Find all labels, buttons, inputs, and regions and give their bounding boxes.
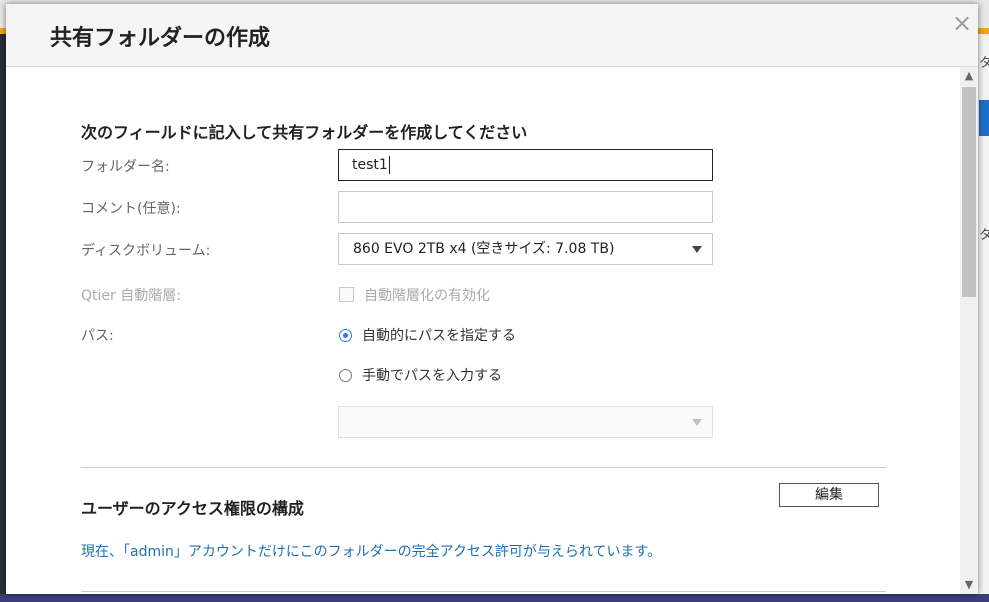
path-manual-option[interactable]: 手動でパスを入力する: [339, 365, 502, 385]
chevron-down-icon: [692, 419, 702, 426]
auto-tiering-label: 自動階層化の有効化: [364, 288, 490, 304]
section-divider: [81, 467, 886, 468]
form-heading: 次のフィールドに記入して共有フォルダーを作成してください: [81, 123, 528, 142]
path-manual-label: 手動でパスを入力する: [362, 368, 502, 384]
dialog-title: 共有フォルダーの作成: [50, 26, 271, 51]
auto-tiering-checkbox[interactable]: [339, 287, 354, 302]
disk-volume-value: 860 EVO 2TB x4 (空きサイズ: 7.08 TB): [353, 241, 615, 257]
path-label: パス:: [81, 328, 114, 344]
section-divider: [81, 591, 886, 592]
manual-path-select: [338, 406, 713, 438]
dialog-content: 次のフィールドに記入して共有フォルダーを作成してください フォルダー名: tes…: [6, 67, 960, 594]
chevron-down-icon: [692, 246, 702, 253]
background-text: タ: [979, 56, 989, 71]
qtier-option: 自動階層化の有効化: [339, 285, 490, 305]
background-text: タ: [979, 228, 989, 243]
disk-volume-label: ディスクボリューム:: [81, 243, 211, 259]
folder-name-value: test1: [352, 157, 388, 173]
qtier-label: Qtier 自動階層:: [81, 288, 181, 304]
vertical-scrollbar[interactable]: ▲ ▼: [960, 67, 978, 594]
scroll-up-icon[interactable]: ▲: [960, 67, 978, 85]
create-shared-folder-dialog: 共有フォルダーの作成 × 次のフィールドに記入して共有フォルダーを作成してくださ…: [6, 4, 978, 594]
folder-name-label: フォルダー名:: [81, 159, 170, 175]
access-info-text: 現在、「admin」アカウントだけにこのフォルダーの完全アクセス許可が与えられて…: [81, 544, 662, 560]
close-icon[interactable]: ×: [949, 10, 975, 36]
text-caret: [388, 156, 390, 174]
scroll-down-icon[interactable]: ▼: [960, 576, 978, 594]
comment-label: コメント(任意):: [81, 201, 181, 217]
path-auto-option[interactable]: 自動的にパスを指定する: [339, 325, 516, 345]
scroll-thumb[interactable]: [962, 87, 976, 297]
path-manual-radio[interactable]: [339, 369, 352, 382]
folder-name-input[interactable]: test1: [338, 149, 713, 181]
path-auto-radio[interactable]: [339, 329, 352, 342]
access-heading: ユーザーのアクセス権限の構成: [81, 499, 304, 518]
dialog-header: 共有フォルダーの作成 ×: [6, 4, 978, 67]
background-taskbar: [0, 594, 989, 602]
background-button: [979, 100, 989, 136]
disk-volume-select[interactable]: 860 EVO 2TB x4 (空きサイズ: 7.08 TB): [338, 233, 713, 265]
edit-button[interactable]: 編集: [779, 483, 879, 507]
path-auto-label: 自動的にパスを指定する: [362, 328, 516, 344]
comment-input[interactable]: [338, 191, 713, 223]
